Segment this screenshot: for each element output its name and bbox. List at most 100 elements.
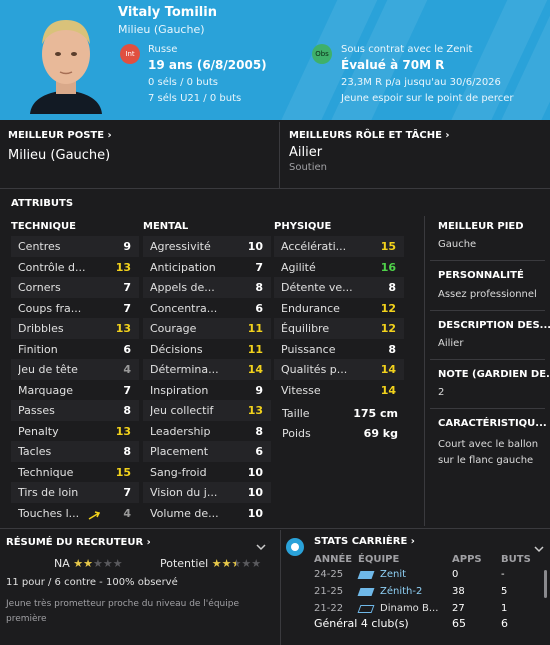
attribute-name: Anticipation xyxy=(150,260,216,274)
attributes-title: ATTRIBUTS xyxy=(11,198,74,209)
attribute-row[interactable]: Inspiration 9 xyxy=(143,380,271,401)
attribute-row[interactable]: Décisions 11 xyxy=(143,339,271,360)
scout-report-link[interactable]: RÉSUMÉ DU RECRUTEUR › xyxy=(6,537,151,548)
career-apps: 27 xyxy=(452,603,465,614)
attribute-value: 7 xyxy=(123,281,131,294)
preferred-foot-title: MEILLEUR PIED xyxy=(438,221,524,232)
star-icon: ★ xyxy=(211,557,222,570)
attribute-row[interactable]: Marquage 7 xyxy=(11,380,139,401)
attribute-row[interactable]: Tacles 8 xyxy=(11,441,139,462)
attribute-name: Tacles xyxy=(18,445,52,458)
attribute-value: 7 xyxy=(255,260,263,274)
attribute-value: 6 xyxy=(255,445,263,458)
chevron-down-icon[interactable] xyxy=(256,544,266,551)
international-badge: Int xyxy=(120,44,140,64)
attribute-row[interactable]: Contrôle d... 13 xyxy=(11,257,139,278)
attribute-row[interactable]: Appels de... 8 xyxy=(143,277,271,298)
attribute-name: Passes xyxy=(18,404,55,417)
traits-title: CARACTÉRISTIQU... xyxy=(438,418,547,429)
attribute-row[interactable]: Leadership 8 xyxy=(143,421,271,442)
attribute-row[interactable]: Équilibre 12 xyxy=(274,318,404,339)
attribute-name: Décisions xyxy=(150,342,203,356)
attribute-row[interactable]: Agilité 16 xyxy=(274,257,404,278)
attribute-row[interactable]: Accélérati... 15 xyxy=(274,236,404,257)
attribute-name: Détermina... xyxy=(150,363,219,376)
best-role-link[interactable]: MEILLEURS RÔLE ET TÂCHE › xyxy=(289,130,450,141)
best-role-duty: Soutien xyxy=(289,162,327,173)
attribute-row[interactable]: Puissance 8 xyxy=(274,339,404,360)
attribute-value: 14 xyxy=(247,363,263,376)
ability-stars: ★★★★★ xyxy=(73,557,122,570)
attribute-row[interactable]: Anticipation 7 xyxy=(143,257,271,278)
attribute-value: 11 xyxy=(247,322,263,335)
attribute-row[interactable]: Passes 8 xyxy=(11,400,139,421)
attribute-name: Endurance xyxy=(281,301,340,315)
attribute-name: Vision du j... xyxy=(150,486,218,499)
attribute-name: Centres xyxy=(18,240,61,253)
attribute-value: 12 xyxy=(380,301,396,315)
attribute-row[interactable]: Penalty 13 xyxy=(11,421,139,442)
attribute-row[interactable]: Vitesse 14 xyxy=(274,380,404,401)
attribute-row[interactable]: Jeu de tête 4 xyxy=(11,359,139,380)
attribute-value: 8 xyxy=(388,342,396,356)
attribute-row[interactable]: Qualités p... 14 xyxy=(274,359,404,380)
star-icon: ★ xyxy=(102,557,113,570)
career-goals: 5 xyxy=(501,586,508,597)
attribute-row[interactable]: Agressivité 10 xyxy=(143,236,271,257)
current-ability-rating: NA ★★★★★ xyxy=(54,557,123,570)
attribute-row[interactable]: Dribbles 13 xyxy=(11,318,139,339)
attribute-name: Jeu de tête xyxy=(18,363,78,376)
traits: Court avec le ballon sur le flanc gauche xyxy=(438,439,539,466)
attribute-row[interactable]: Coups fra... 7 xyxy=(11,298,139,319)
attribute-value: 13 xyxy=(115,322,131,335)
attribute-row[interactable]: Détente ve... 8 xyxy=(274,277,404,298)
attribute-row[interactable]: Tirs de loin 7 xyxy=(11,482,139,503)
attribute-row[interactable]: Concentra... 6 xyxy=(143,298,271,319)
attribute-row[interactable]: Courage 11 xyxy=(143,318,271,339)
career-year: 21-22 xyxy=(314,603,344,614)
attribute-value: 6 xyxy=(123,342,131,356)
attribute-name: Sang-froid xyxy=(150,465,207,479)
best-position-link[interactable]: MEILLEUR POSTE › xyxy=(8,130,112,141)
attribute-row[interactable]: Technique 15 xyxy=(11,462,139,483)
attribute-row[interactable]: Détermina... 14 xyxy=(143,359,271,380)
career-stats-link[interactable]: STATS CARRIÈRE › xyxy=(314,536,415,547)
technique-header: TECHNIQUE xyxy=(11,221,76,232)
mental-header: MENTAL xyxy=(143,221,189,232)
attribute-row[interactable]: Volume de... 10 xyxy=(143,503,271,524)
career-goals: 1 xyxy=(501,603,508,614)
player-header: Vitaly Tomilin Milieu (Gauche) Int Russe… xyxy=(0,0,550,120)
attribute-row[interactable]: Placement 6 xyxy=(143,441,271,462)
attribute-row[interactable]: Centres 9 xyxy=(11,236,139,257)
chevron-down-icon[interactable] xyxy=(534,546,544,553)
nationality: Russe xyxy=(148,44,178,55)
attribute-row[interactable]: Sang-froid 10 xyxy=(143,462,271,483)
attribute-value: 14 xyxy=(380,383,396,397)
attribute-value: 15 xyxy=(115,465,131,479)
attribute-value: 14 xyxy=(380,363,396,376)
player-value: Évalué à 70M R xyxy=(341,58,445,72)
attribute-row[interactable]: Jeu collectif 13 xyxy=(143,400,271,421)
attribute-name: Technique xyxy=(18,465,74,479)
attribute-row[interactable]: Vision du j... 10 xyxy=(143,482,271,503)
attribute-row[interactable]: Corners 7 xyxy=(11,277,139,298)
potential-stars: ★★★★★ xyxy=(212,557,261,570)
career-team[interactable]: Zénith-2 xyxy=(380,586,422,597)
attribute-row[interactable]: Endurance 12 xyxy=(274,298,404,319)
attribute-value: 8 xyxy=(388,281,396,294)
potential-ability-rating: Potentiel ★★★★★ xyxy=(160,557,262,570)
player-name: Vitaly Tomilin xyxy=(118,5,217,20)
attribute-name: Vitesse xyxy=(281,383,321,397)
career-team[interactable]: Dinamo B... xyxy=(380,603,438,614)
attribute-row[interactable]: Touches l... 4 xyxy=(11,503,139,524)
career-scrollbar[interactable] xyxy=(544,570,547,598)
career-team[interactable]: Zenit xyxy=(380,569,406,580)
attribute-row[interactable]: Finition 6 xyxy=(11,339,139,360)
attribute-name: Détente ve... xyxy=(281,281,353,294)
attribute-name: Penalty xyxy=(18,424,59,438)
attribute-value: 7 xyxy=(123,301,131,315)
player-avatar xyxy=(30,20,102,114)
club-badge-icon xyxy=(357,588,375,596)
personality: Assez professionnel xyxy=(438,289,537,300)
attribute-name: Inspiration xyxy=(150,383,209,397)
